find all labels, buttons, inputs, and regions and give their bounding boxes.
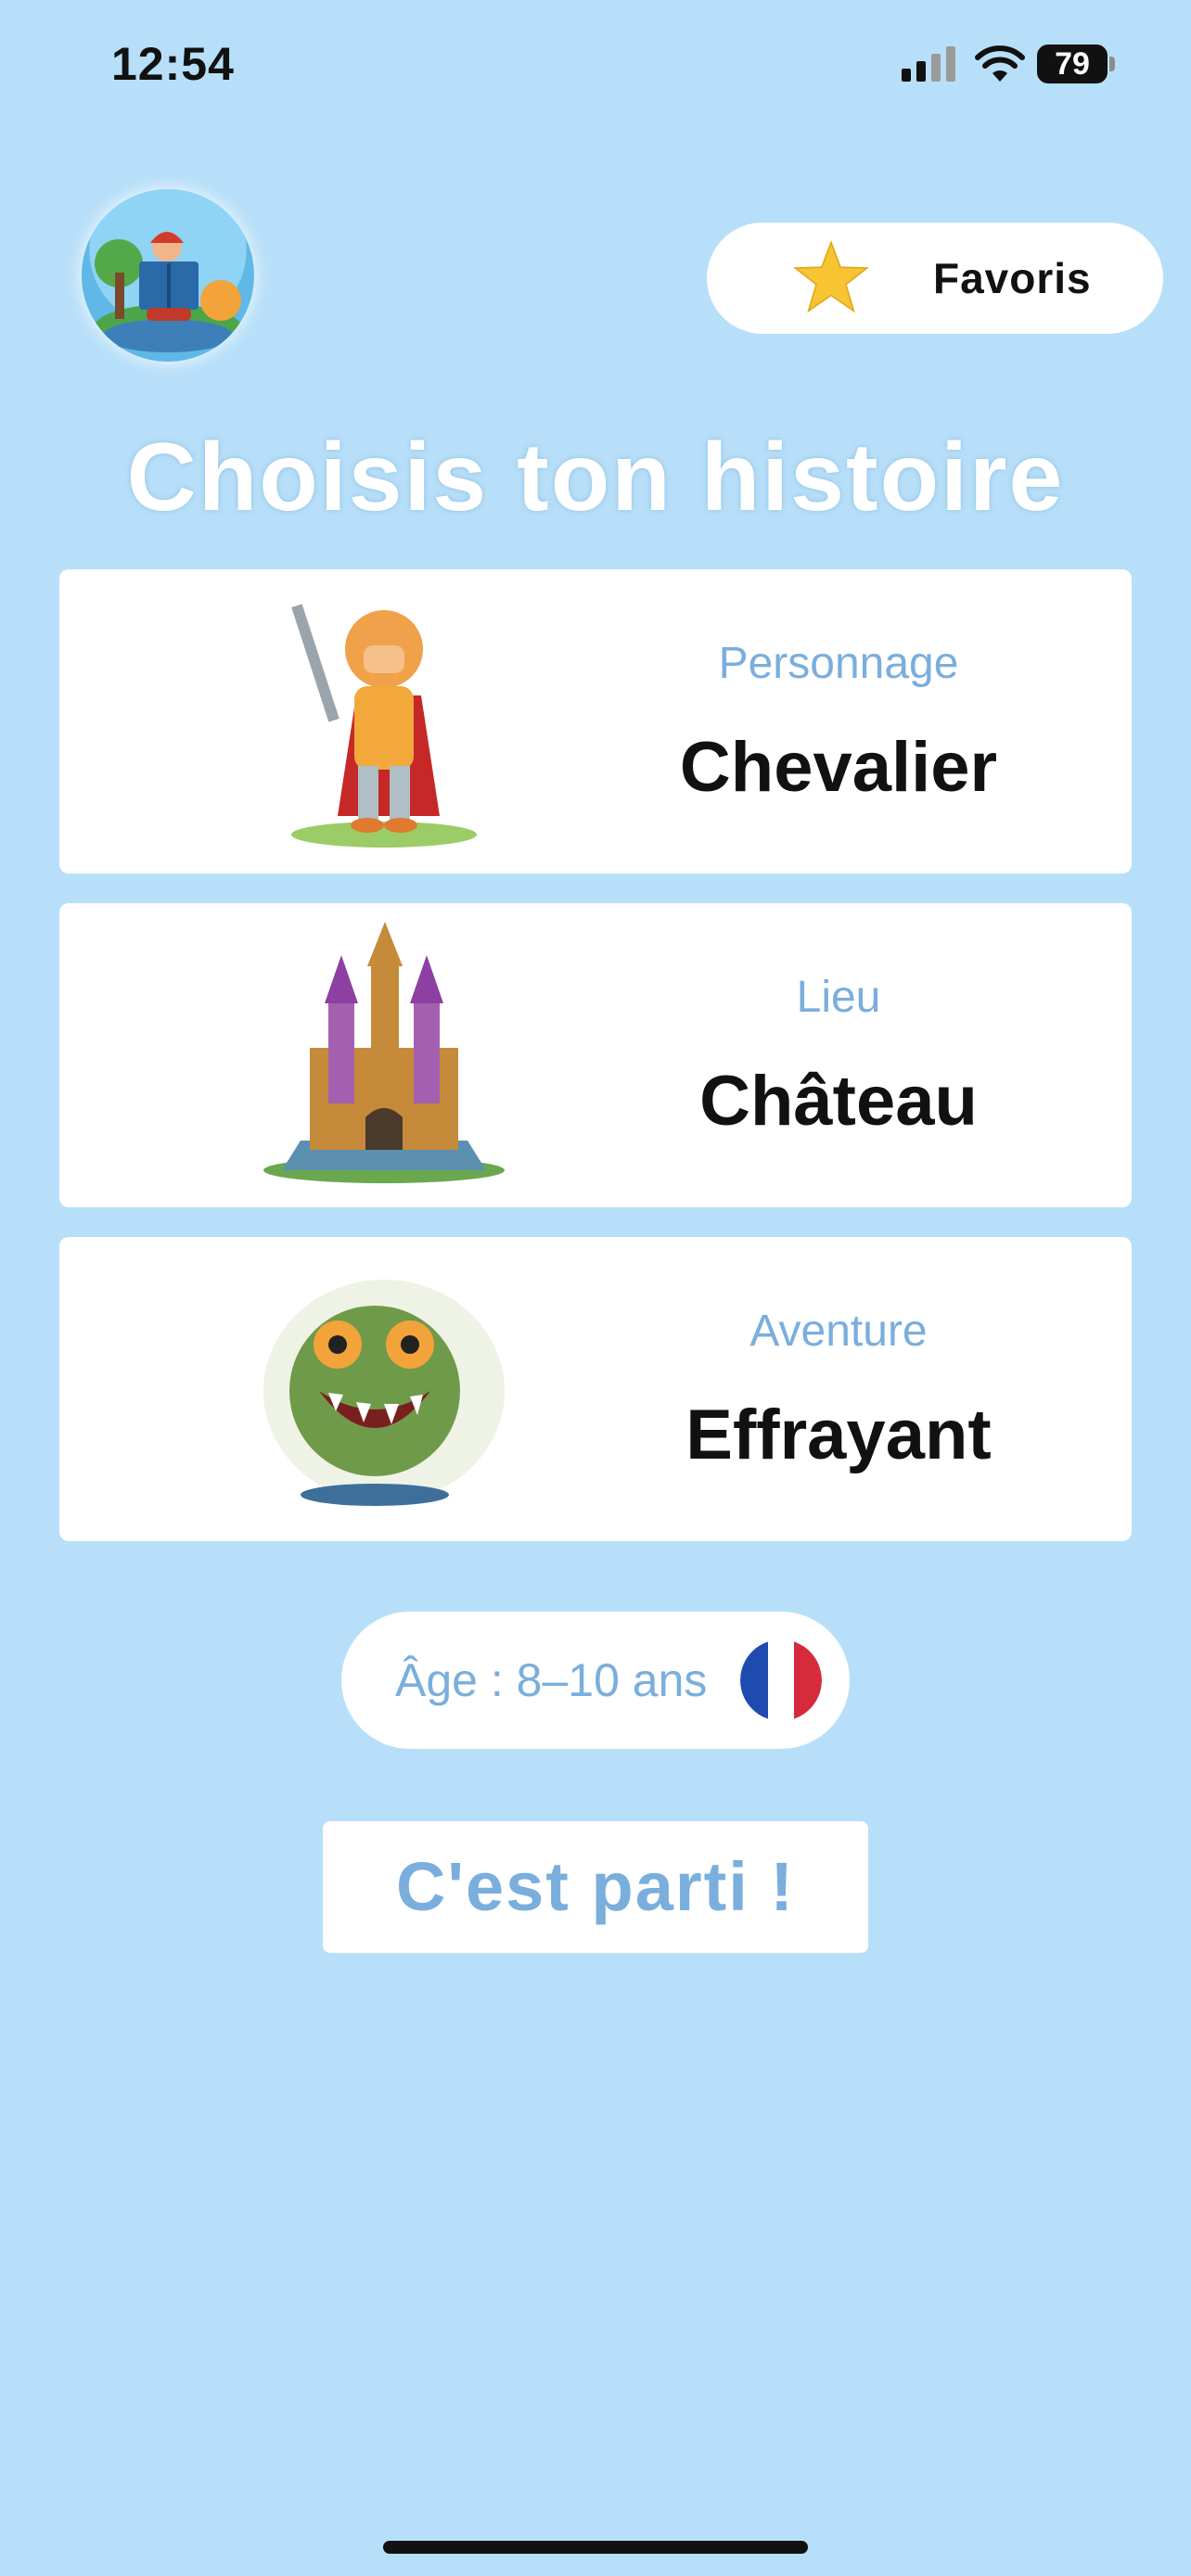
star-icon bbox=[793, 239, 869, 313]
start-button-label: C'est parti ! bbox=[395, 1848, 796, 1925]
character-card[interactable]: Personnage Chevalier bbox=[59, 569, 1132, 874]
start-button[interactable]: C'est parti ! bbox=[323, 1821, 868, 1953]
cellular-signal-icon bbox=[902, 46, 955, 82]
app-logo bbox=[82, 189, 254, 362]
battery-icon: 79 bbox=[1037, 45, 1115, 83]
page-title: Choisis ton histoire bbox=[126, 424, 1065, 531]
status-time: 12:54 bbox=[111, 38, 235, 90]
card-category: Lieu bbox=[796, 973, 881, 1022]
age-label: Âge : 8–10 ans bbox=[395, 1654, 708, 1706]
castle-illustration bbox=[263, 922, 505, 1183]
age-selector[interactable]: Âge : 8–10 ans bbox=[341, 1612, 850, 1749]
knight-illustration bbox=[291, 604, 477, 848]
wifi-icon bbox=[975, 45, 1025, 82]
card-category: Aventure bbox=[749, 1307, 928, 1356]
card-value: Chevalier bbox=[679, 728, 998, 807]
card-value: Effrayant bbox=[685, 1396, 992, 1474]
france-flag-icon[interactable] bbox=[740, 1639, 822, 1721]
favorites-button[interactable]: Favoris bbox=[707, 223, 1163, 334]
card-category: Personnage bbox=[718, 639, 959, 688]
home-indicator[interactable] bbox=[383, 2541, 808, 2554]
place-card[interactable]: Lieu Château bbox=[59, 903, 1132, 1207]
battery-level: 79 bbox=[1055, 46, 1090, 82]
card-value: Château bbox=[699, 1062, 978, 1141]
favorites-label: Favoris bbox=[933, 254, 1092, 302]
monster-illustration bbox=[263, 1280, 505, 1506]
adventure-card[interactable]: Aventure Effrayant bbox=[59, 1237, 1132, 1541]
